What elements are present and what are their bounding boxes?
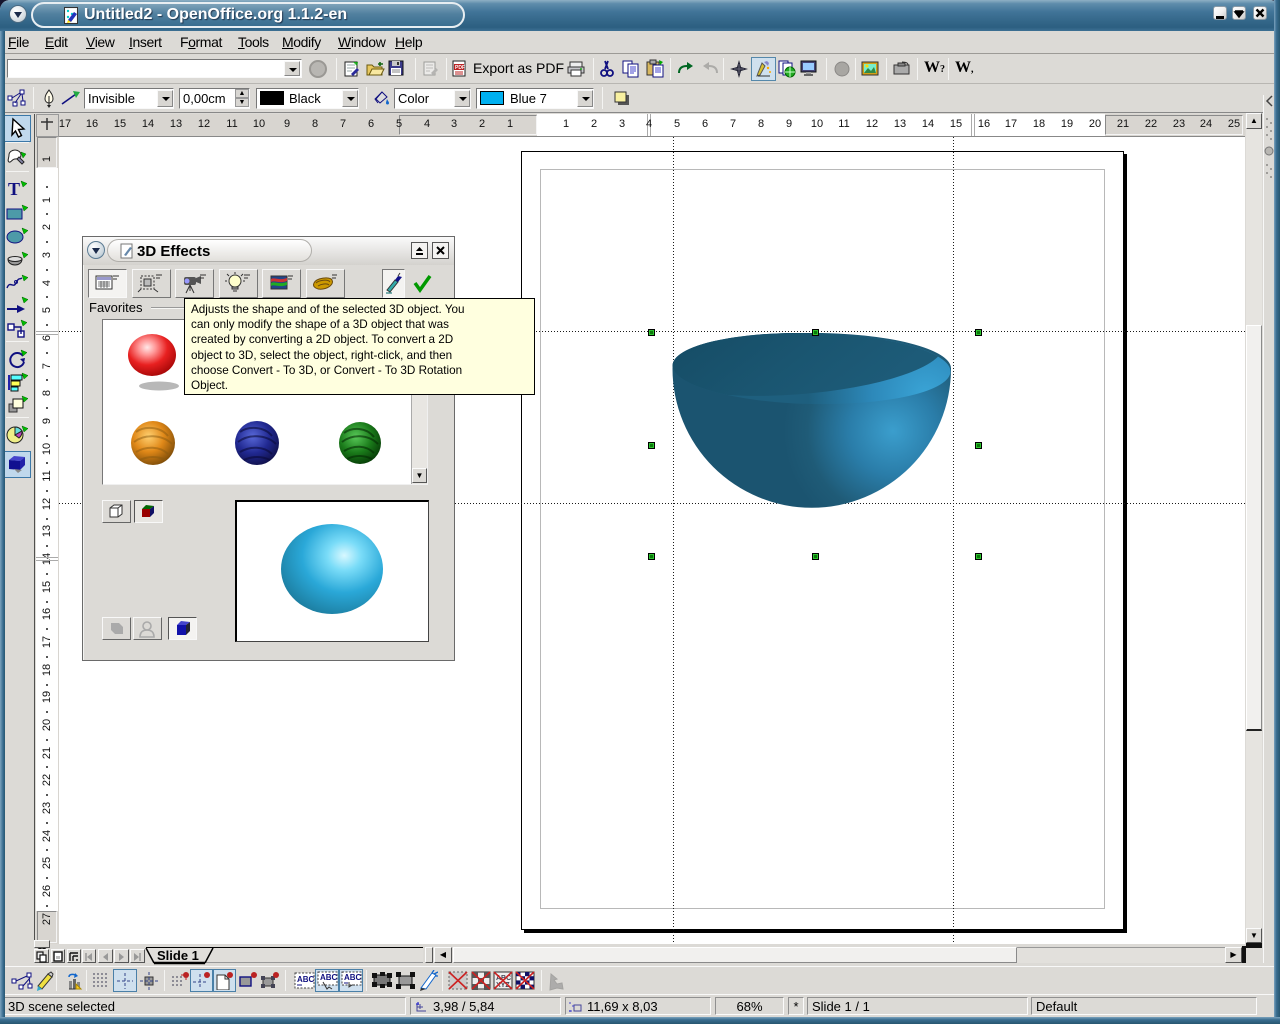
svg-text:ABC: ABC (344, 973, 362, 982)
svg-text:ABC: ABC (320, 973, 338, 982)
svg-text:ABC: ABC (297, 975, 315, 984)
svg-text:PDF: PDF (455, 65, 465, 71)
svg-text:T: T (8, 179, 20, 199)
